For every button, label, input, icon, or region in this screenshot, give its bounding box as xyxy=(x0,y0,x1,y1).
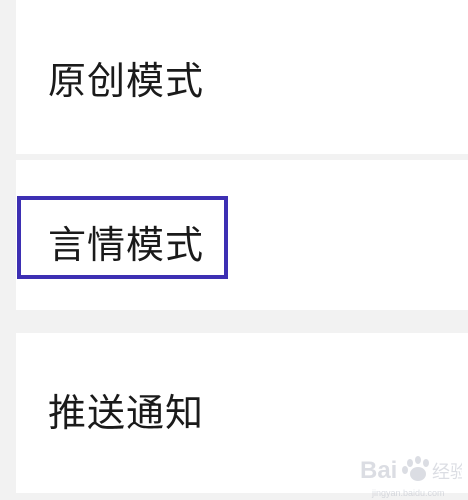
settings-item-original-mode[interactable]: 原创模式 xyxy=(16,0,468,154)
settings-item-label: 言情模式 xyxy=(48,223,205,267)
settings-item-romance-mode[interactable]: 言情模式 xyxy=(16,160,468,310)
settings-item-push-notifications[interactable]: 推送通知 xyxy=(16,333,468,493)
settings-item-label: 原创模式 xyxy=(48,59,205,103)
settings-item-label: 推送通知 xyxy=(48,391,205,435)
